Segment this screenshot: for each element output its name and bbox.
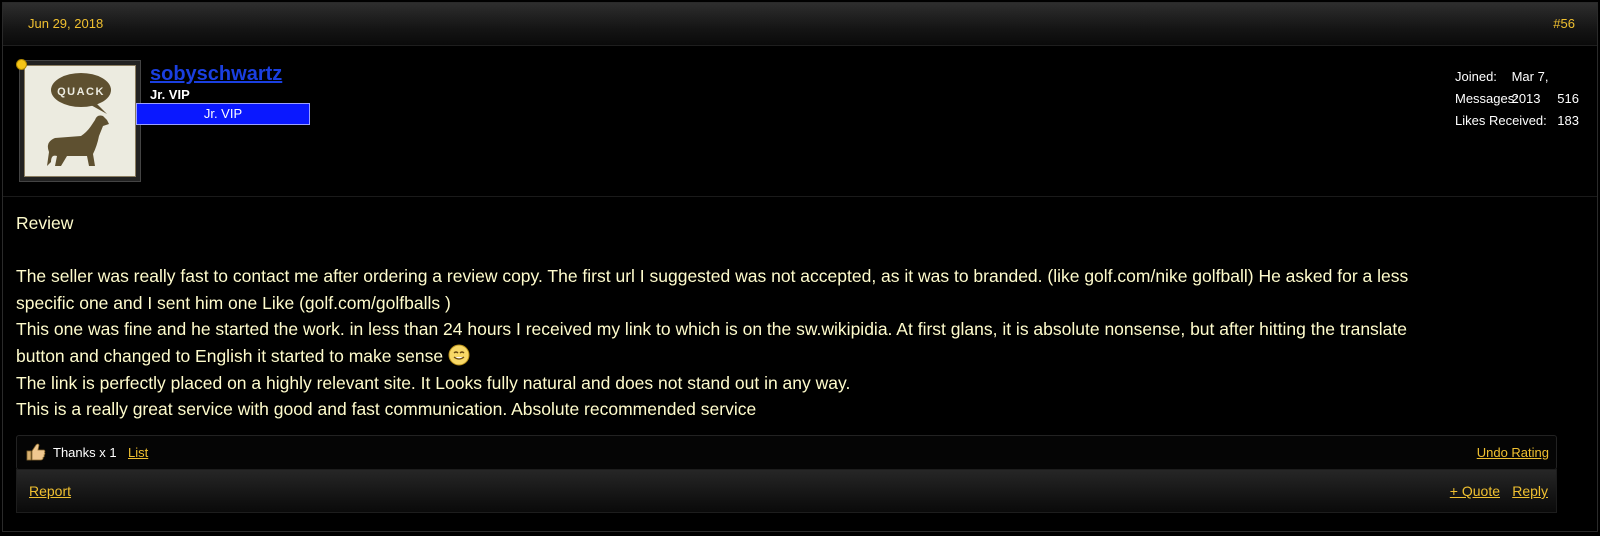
message-line-2: specific one and I sent him one Like (go…: [16, 292, 451, 313]
user-stats: Joined: Mar 7, 2013 Messages: 516 Likes …: [1455, 66, 1579, 132]
stat-messages[interactable]: Messages: 516: [1455, 88, 1579, 110]
message-line-4-text: button and changed to English it started…: [16, 345, 444, 366]
post-date[interactable]: Jun 29, 2018: [28, 16, 103, 31]
undo-rating-link[interactable]: Undo Rating: [1477, 445, 1549, 460]
user-banner: Jr. VIP: [136, 103, 310, 125]
stat-joined: Joined: Mar 7, 2013: [1455, 66, 1579, 106]
quack-dog-avatar-icon: QUACK: [24, 65, 136, 177]
post-header: Jun 29, 2018 #56: [3, 3, 1597, 46]
ratings-list-link[interactable]: List: [128, 445, 148, 460]
user-title: Jr. VIP: [150, 87, 190, 102]
message-line-3: This one was fine and he started the wor…: [16, 319, 1408, 340]
report-link[interactable]: Report: [29, 483, 71, 499]
stat-likes-label: Likes Received:: [1455, 113, 1547, 128]
smile-icon: [448, 344, 470, 366]
message-line-1: The seller was really fast to contact me…: [16, 266, 1409, 287]
avatar[interactable]: QUACK: [19, 60, 141, 182]
thumbs-up-icon: [26, 443, 46, 461]
online-status-indicator: [16, 59, 27, 70]
stat-messages-value: 516: [1557, 91, 1579, 106]
quote-link[interactable]: + Quote: [1450, 483, 1500, 499]
message-post: Jun 29, 2018 #56 QUACK sobyschwartz Jr. …: [2, 2, 1598, 532]
stat-joined-label: Joined:: [1455, 69, 1497, 84]
username-link[interactable]: sobyschwartz: [150, 63, 282, 86]
avatar-quack-text: QUACK: [57, 86, 105, 98]
message-line-4: button and changed to English it started…: [16, 343, 1581, 370]
message-body: Review The seller was really fast to con…: [16, 210, 1581, 423]
stat-messages-label: Messages:: [1455, 91, 1518, 106]
stat-joined-value: Mar 7, 2013: [1511, 69, 1549, 106]
message-line-5: The link is perfectly placed on a highly…: [16, 372, 851, 393]
rating-bar: Thanks x 1 List Undo Rating: [16, 435, 1557, 470]
thanks-count: Thanks x 1: [53, 445, 117, 460]
message-line-6: This is a really great service with good…: [16, 399, 757, 420]
message-heading: Review: [16, 213, 74, 233]
stat-likes-value: 183: [1557, 113, 1579, 128]
user-info-block: QUACK sobyschwartz Jr. VIP Jr. VIP Joine…: [3, 46, 1597, 197]
post-footer: Report + Quote Reply: [16, 469, 1557, 513]
reply-link[interactable]: Reply: [1512, 483, 1548, 499]
stat-likes: Likes Received: 183: [1455, 110, 1579, 132]
post-permalink-number[interactable]: #56: [1553, 16, 1575, 31]
